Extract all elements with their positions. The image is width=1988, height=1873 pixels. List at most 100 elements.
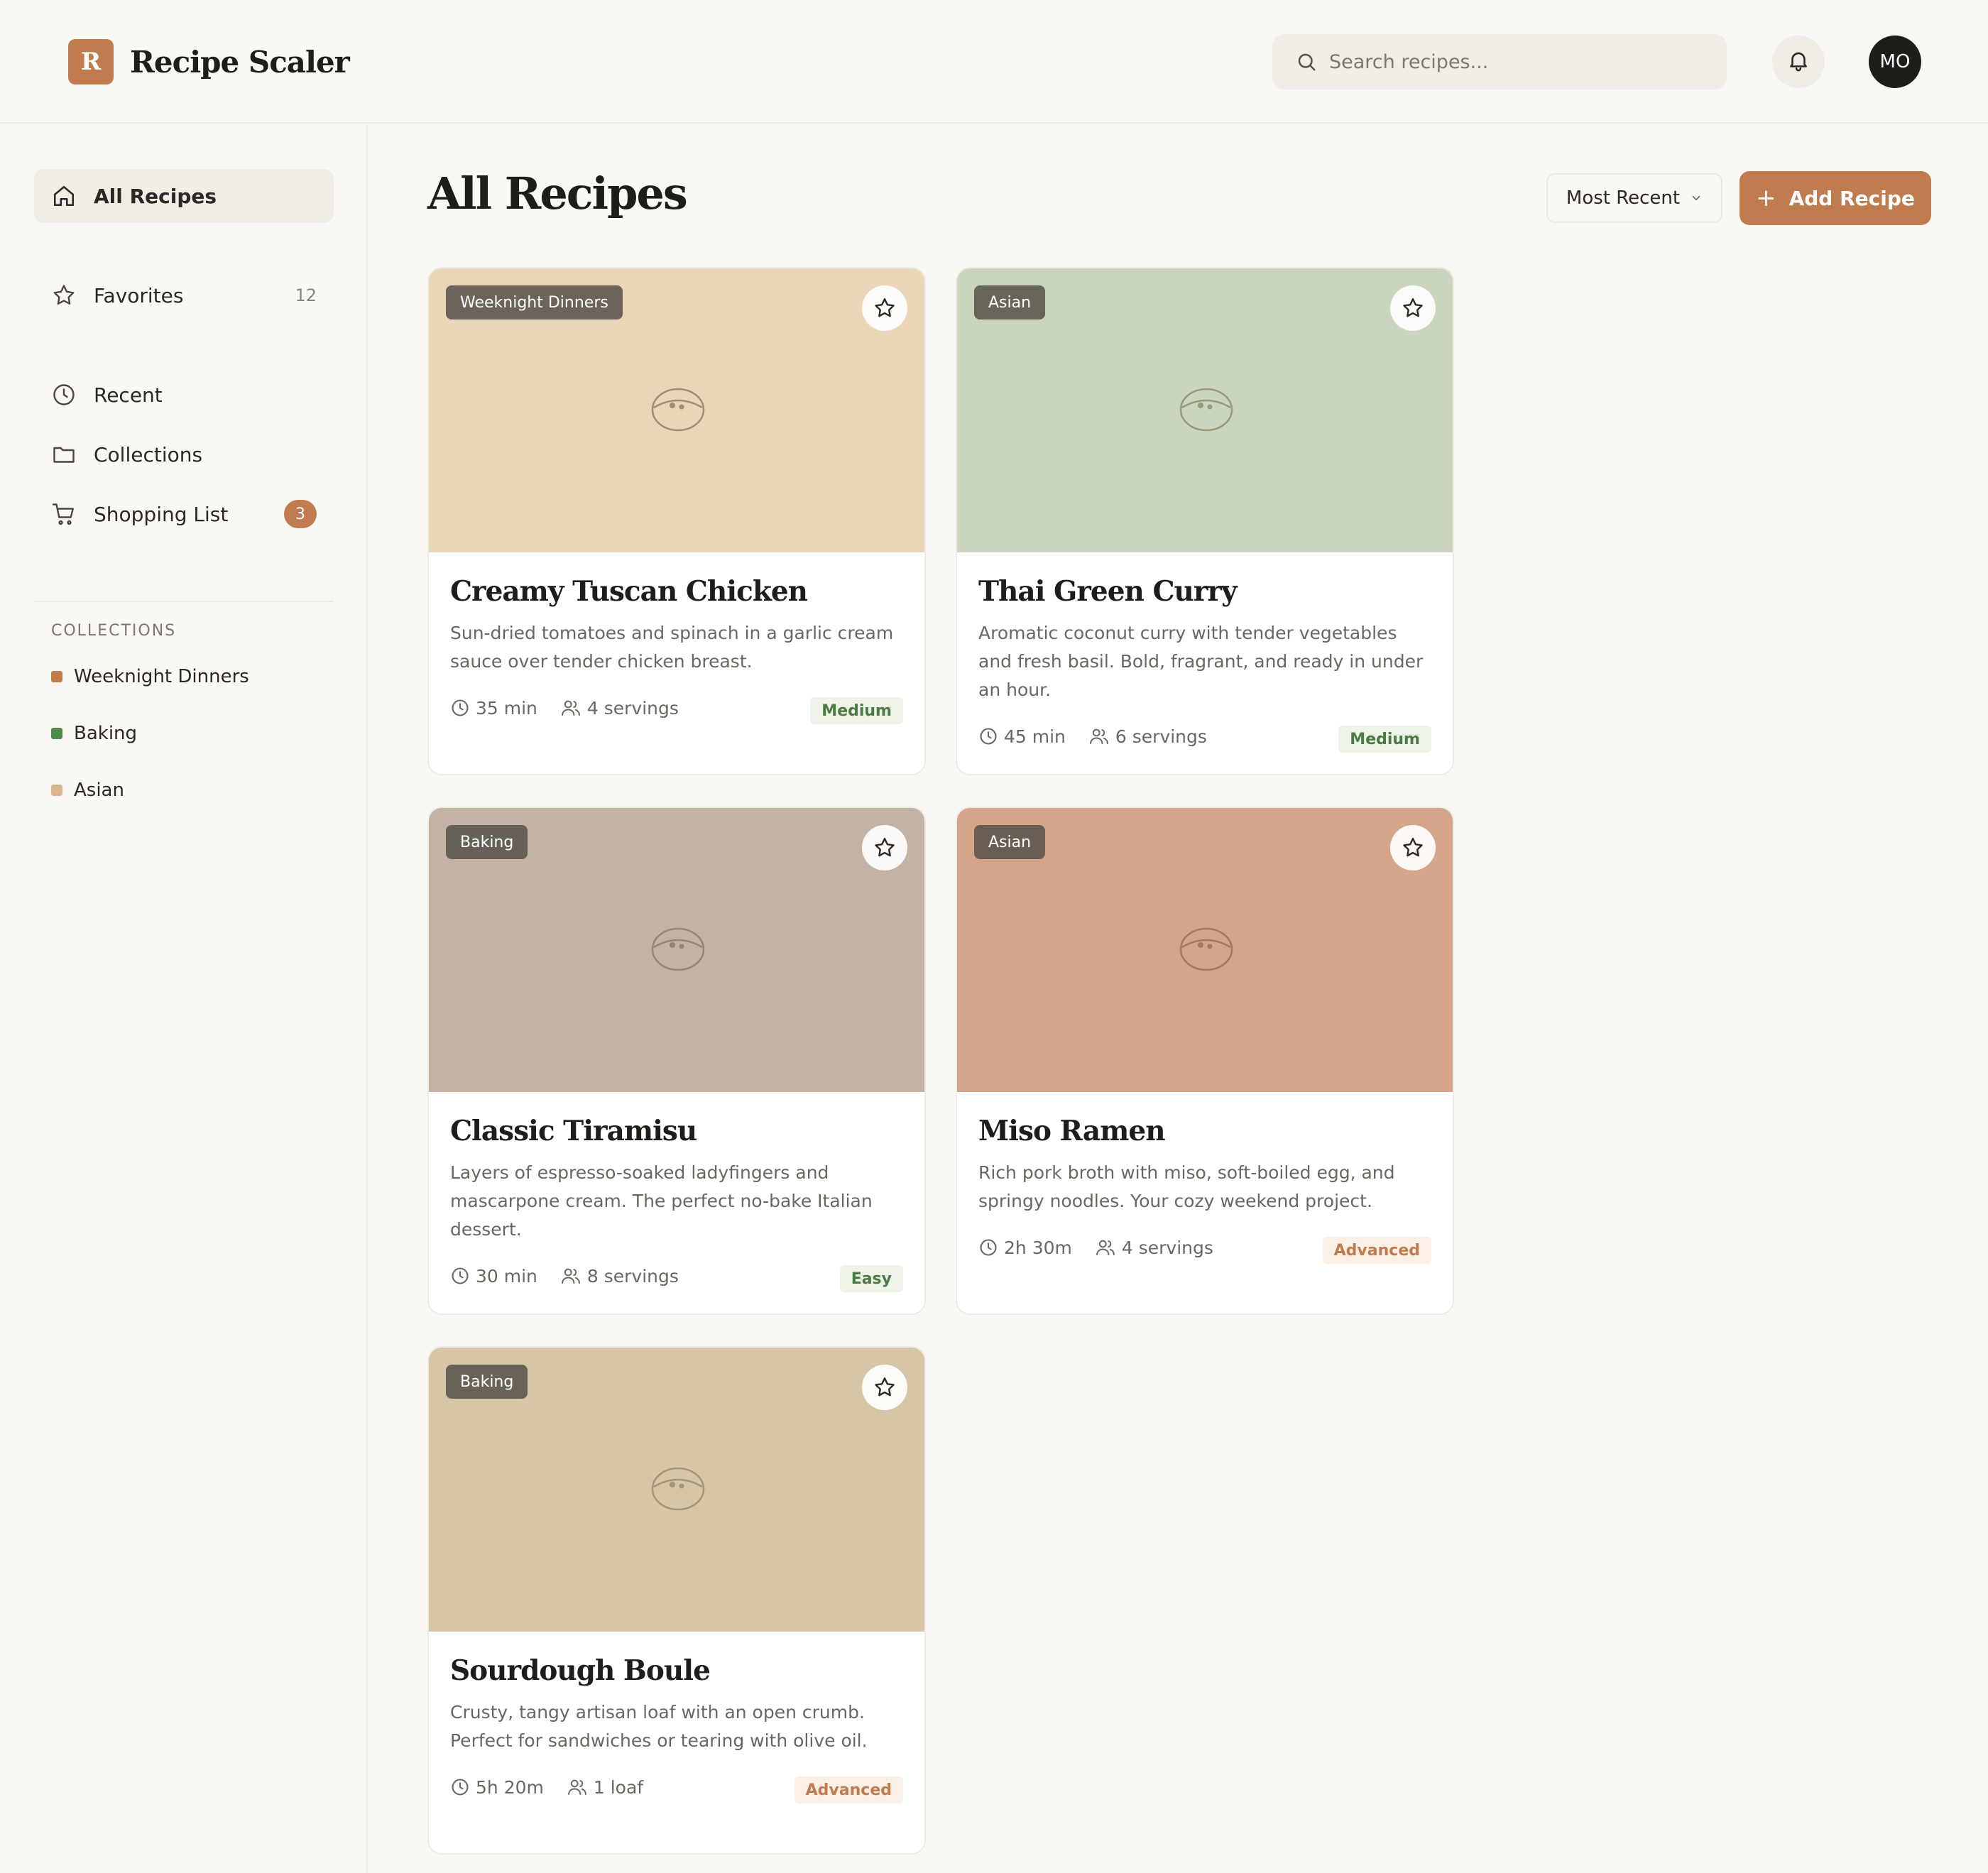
sidebar-item-shopping-list[interactable]: Shopping List 3 [34, 487, 334, 541]
recipe-card[interactable]: Asian Miso Ramen Rich pork broth with mi… [956, 807, 1454, 1315]
recipe-description: Layers of espresso-soaked ladyfingers an… [450, 1162, 873, 1240]
recipe-time: 35 min [450, 698, 537, 719]
sidebar-item-label: Shopping List [94, 502, 229, 526]
people-icon [562, 700, 580, 716]
recipe-meta: 30 min 8 servings [450, 1265, 701, 1287]
plate-icon [1179, 388, 1233, 432]
clock-icon [452, 1779, 469, 1796]
difficulty-badge: Medium [1338, 726, 1431, 753]
people-icon [568, 1779, 586, 1795]
sidebar-item-label: Recent [94, 383, 163, 407]
recipe-title[interactable]: Sourdough Boule [450, 1654, 711, 1687]
people-icon [562, 1268, 580, 1284]
collection-color-dot [51, 785, 62, 796]
sort-label: Most Recent [1566, 187, 1681, 209]
favorite-button[interactable] [1390, 285, 1436, 331]
collection-asian[interactable]: Asian [51, 780, 124, 801]
recipe-tag: Baking [446, 825, 528, 859]
recipe-time: 30 min [450, 1266, 537, 1287]
sidebar-item-collections[interactable]: Collections [34, 427, 334, 481]
people-icon [1096, 1240, 1115, 1255]
home-icon [50, 182, 78, 210]
favorites-count: 12 [295, 285, 317, 305]
app-logo[interactable]: R [68, 39, 114, 84]
page-title: All Recipes [427, 168, 688, 219]
clock-icon [452, 699, 469, 716]
recipe-card[interactable]: Asian Thai Green Curry Aromatic coconut … [956, 267, 1454, 775]
notifications-button[interactable] [1772, 36, 1825, 88]
sidebar-item-favorites[interactable]: Favorites 12 [34, 268, 334, 322]
difficulty-badge: Medium [810, 697, 903, 724]
recipe-description: Aromatic coconut curry with tender veget… [978, 623, 1424, 700]
sidebar-divider [34, 601, 334, 602]
recipe-time: 5h 20m [450, 1777, 544, 1798]
recipe-time: 2h 30m [978, 1238, 1072, 1258]
recipe-tag: Asian [974, 285, 1046, 320]
shopping-list-badge: 3 [284, 500, 317, 528]
recipe-tag: Weeknight Dinners [446, 285, 623, 320]
recipe-servings: 4 servings [560, 697, 679, 719]
recipe-meta: 2h 30m 4 servings [978, 1237, 1236, 1258]
user-avatar[interactable]: MO [1869, 36, 1921, 88]
bell-icon [1786, 48, 1810, 75]
sidebar-item-label: Collections [94, 442, 203, 466]
cart-icon [50, 500, 78, 528]
collection-color-dot [51, 728, 62, 739]
recipe-title[interactable]: Classic Tiramisu [450, 1115, 697, 1147]
recipe-description: Crusty, tangy artisan loaf with an open … [450, 1702, 868, 1751]
favorite-button[interactable] [862, 825, 907, 870]
collection-baking[interactable]: Baking [51, 723, 137, 744]
star-icon [1403, 838, 1423, 857]
clock-icon [980, 1239, 997, 1256]
plus-icon: + [1756, 184, 1776, 212]
collections-heading: COLLECTIONS [51, 622, 177, 640]
favorite-button[interactable] [862, 1365, 907, 1410]
collection-color-dot [51, 671, 62, 682]
difficulty-badge: Advanced [794, 1776, 903, 1803]
app-name[interactable]: Recipe Scaler [130, 40, 350, 85]
favorite-button[interactable] [1390, 825, 1436, 870]
recipe-title[interactable]: Thai Green Curry [978, 575, 1238, 608]
chevron-down-icon [1690, 192, 1703, 204]
plate-icon [651, 388, 705, 432]
recipe-card[interactable]: Weeknight Dinners Creamy Tuscan Chicken … [427, 267, 926, 775]
recipe-card[interactable]: Baking Classic Tiramisu Layers of espres… [427, 807, 926, 1315]
collection-weeknight-dinners[interactable]: Weeknight Dinners [51, 666, 249, 687]
difficulty-badge: Advanced [1322, 1237, 1431, 1264]
sidebar-item-all-recipes[interactable]: All Recipes [34, 169, 334, 223]
search-input[interactable]: Search recipes... [1272, 34, 1727, 89]
collection-label: Baking [74, 723, 138, 744]
recipe-meta: 35 min 4 servings [450, 697, 701, 719]
recipe-meta: 45 min 6 servings [978, 726, 1230, 747]
sidebar-item-label: All Recipes [94, 184, 217, 208]
add-recipe-button[interactable]: + Add Recipe [1740, 171, 1931, 225]
top-bar: R Recipe Scaler Search recipes... MO [0, 0, 1988, 124]
plate-icon [651, 927, 705, 971]
people-icon [1090, 728, 1108, 744]
plate-icon [1179, 927, 1233, 971]
recipe-title[interactable]: Miso Ramen [978, 1115, 1166, 1147]
recipe-tag: Asian [974, 825, 1046, 859]
star-icon [875, 1377, 895, 1397]
sort-dropdown[interactable]: Most Recent [1546, 173, 1722, 223]
clock-icon [50, 381, 78, 409]
recipe-servings: 8 servings [560, 1265, 679, 1287]
plate-icon [651, 1467, 705, 1511]
star-icon [1403, 298, 1423, 317]
recipe-title[interactable]: Creamy Tuscan Chicken [450, 575, 808, 608]
sidebar-item-recent[interactable]: Recent [34, 368, 334, 422]
recipe-servings: 6 servings [1088, 726, 1207, 747]
favorite-button[interactable] [862, 285, 907, 331]
star-icon [50, 281, 78, 310]
recipe-meta: 5h 20m 1 loaf [450, 1776, 666, 1798]
recipe-description: Rich pork broth with miso, soft-boiled e… [978, 1162, 1395, 1211]
recipe-tag: Baking [446, 1365, 528, 1399]
difficulty-badge: Easy [839, 1265, 903, 1292]
star-icon [875, 838, 895, 857]
collection-label: Weeknight Dinners [74, 666, 249, 687]
folder-icon [50, 440, 78, 469]
recipe-description: Sun-dried tomatoes and spinach in a garl… [450, 623, 894, 672]
recipe-card[interactable]: Baking Sourdough Boule Crusty, tangy art… [427, 1346, 926, 1855]
sidebar-item-label: Favorites [94, 283, 184, 307]
clock-icon [980, 728, 997, 745]
